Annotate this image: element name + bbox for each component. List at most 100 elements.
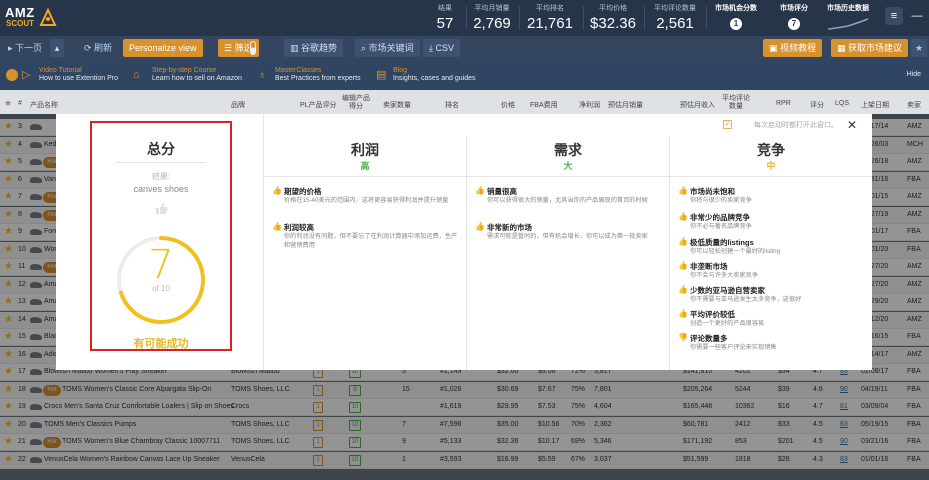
refresh-label: 刷新: [94, 43, 113, 53]
amz-scout-logo[interactable]: AMZ SCOUT: [5, 5, 57, 31]
score-label: 市场机会分数: [715, 5, 757, 12]
divider: [583, 6, 584, 30]
close-icon[interactable]: ✕: [846, 119, 858, 131]
col-header[interactable]: RPR: [776, 100, 791, 107]
tutorial-blog[interactable]: Blog Insights, cases and guides: [393, 67, 476, 82]
stat-label: 平均月销量: [474, 5, 510, 12]
filter-toggle[interactable]: [249, 40, 257, 56]
score-history[interactable]: 市场历史数据: [826, 3, 870, 34]
personalize-view-button[interactable]: Personalize view: [123, 39, 203, 57]
tutorial-desc: How to use Extention Pro: [39, 75, 118, 82]
market-keywords-label: 市场关键词: [368, 43, 414, 53]
get-market-advice-button[interactable]: ▦ 获取市场建议: [831, 39, 909, 57]
col-header[interactable]: 价格: [501, 100, 515, 110]
col-header[interactable]: 产品名称: [30, 100, 58, 110]
next-page-button[interactable]: ▸ 下一页: [2, 39, 48, 57]
stat-value: 57: [436, 15, 454, 32]
thumbs-up-icon: 👍: [678, 237, 688, 246]
tutorial-dot-icon: [6, 69, 18, 81]
hamburger-icon[interactable]: ≡: [885, 7, 903, 25]
score-opportunity[interactable]: 市场机会分数 1: [712, 3, 760, 30]
col-header[interactable]: FBA费用: [530, 100, 558, 110]
tutorial-course[interactable]: Step-by-step Course Learn how to sell on…: [152, 67, 242, 82]
item-desc: 需求可能是暂时的，但有机会增长，你可以成为第一批卖家: [487, 233, 648, 240]
col-header[interactable]: 卖家: [907, 100, 921, 110]
stat-value: 2,769: [473, 15, 511, 32]
score-market[interactable]: 市场评分 7: [776, 3, 812, 30]
col-header[interactable]: PL产品评分: [300, 100, 337, 110]
google-trends-button[interactable]: ▥ 谷歌趋势: [284, 39, 344, 57]
stat-value: 21,761: [527, 15, 573, 32]
col-header[interactable]: 排名: [445, 100, 459, 110]
tutorial-title: Blog: [393, 67, 408, 74]
tutorial-masterclasses[interactable]: MasterClasses Best Practices from expert…: [275, 67, 361, 82]
score-value: 7: [148, 242, 174, 288]
stat-label: 结果: [438, 5, 452, 12]
total-score-title: 总分: [147, 141, 175, 157]
tutorial-desc: Best Practices from experts: [275, 75, 361, 82]
col-header[interactable]: 评分: [810, 100, 824, 110]
col-header[interactable]: 上架日期: [861, 100, 889, 110]
tutorial-title: Step-by-step Course: [152, 67, 217, 74]
get-market-advice-label: 获取市场建议: [848, 43, 903, 53]
total-score-panel: 总分 结果: canves shoes 7 of 10 有可能成功: [56, 114, 264, 370]
score-value: 1: [730, 18, 742, 30]
thumbs-up-icon: 👍: [272, 222, 282, 231]
toolbar: ▸ 下一页 ▴ ⟳ 刷新 Personalize view ☰ 筛选 ▥ 谷歌趋…: [0, 36, 929, 60]
video-tutorial-label: 视频教程: [780, 43, 817, 53]
tutorial-video[interactable]: Video Tutorial How to use Extention Pro: [39, 67, 118, 82]
item-desc: 你的利润没有问题，但不要忘了在利润计算器中添加运费，生产和营销费用: [284, 233, 458, 249]
csv-export-button[interactable]: ⤓ CSV: [423, 39, 460, 57]
stat-avg-rank: 平均排名 21,761: [524, 3, 576, 32]
tutorial-title: Video Tutorial: [39, 67, 82, 74]
col-header[interactable]: 品牌: [231, 100, 245, 110]
market-keywords-button[interactable]: ⌕ 市场关键词: [355, 39, 420, 57]
col-header[interactable]: LQS: [835, 100, 849, 107]
market-score-modal: 总分 结果: canves shoes 7 of 10 有可能成功 ✓ 每次启动…: [56, 114, 872, 370]
item-desc: 创造一个更好的产品很容易: [690, 320, 765, 327]
divider: [706, 6, 707, 30]
next-page-label: 下一页: [15, 43, 43, 53]
blog-icon: ▤: [376, 69, 387, 81]
col-header[interactable]: 编辑产品得分: [340, 95, 372, 111]
stat-label: 平均评论数量: [654, 5, 696, 12]
col-header[interactable]: 预估月销量: [608, 100, 643, 110]
star-icon[interactable]: ★: [911, 39, 927, 57]
competition-column: 竞争 中 👍 市场尚未饱和 你将与很少的卖家竞争 👍 非常少的品牌竞争 你不必与…: [670, 136, 872, 370]
divider: [116, 162, 206, 163]
item-desc: 你可以获得很大的销量，尤其当你的产品展现的首页的时候: [487, 197, 648, 204]
col-header[interactable]: 卖家数量: [383, 100, 411, 110]
star-column-icon: ★: [4, 98, 13, 108]
show-on-startup-checkbox[interactable]: ✓: [723, 120, 732, 129]
col-header[interactable]: #: [18, 100, 22, 107]
divider: [466, 6, 467, 30]
column-level: 中: [766, 161, 776, 171]
thumbs-down-icon: 👎: [678, 333, 688, 342]
col-header[interactable]: 平均评论数量: [720, 95, 752, 111]
col-header[interactable]: 预估月收入: [680, 100, 715, 110]
divider: [519, 6, 520, 30]
collapse-icon[interactable]: —: [908, 7, 926, 25]
score-scale: of 10: [152, 284, 170, 293]
item-desc: 你需要一些客户评论来实现销售: [690, 344, 777, 351]
video-tutorial-button[interactable]: ▣ 视频教程: [763, 39, 823, 57]
col-header[interactable]: 净利润: [579, 100, 600, 110]
stat-avg-sales: 平均月销量 2,769: [470, 3, 514, 32]
refresh-button[interactable]: ⟳ 刷新: [78, 39, 118, 57]
hide-tutorials-link[interactable]: Hide: [907, 71, 921, 78]
csv-label: CSV: [435, 43, 454, 53]
column-title: 竞争: [757, 142, 785, 158]
divider: [264, 176, 466, 177]
graduation-cap-icon: ⌂: [133, 69, 140, 81]
item-desc: 你将与很少的卖家竞争: [690, 197, 752, 204]
sparkline-icon: [827, 18, 869, 30]
tutorial-desc: Learn how to sell on Amazon: [152, 75, 242, 82]
logo-text: AMZ: [5, 5, 35, 20]
tutorial-bar: ▷ Video Tutorial How to use Extention Pr…: [0, 60, 929, 90]
stat-value: 2,561: [656, 15, 694, 32]
page-up-button[interactable]: ▴: [50, 39, 64, 57]
divider: [644, 6, 645, 30]
stat-value: $32.36: [590, 15, 636, 32]
score-value: 7: [788, 18, 800, 30]
google-trends-label: 谷歌趋势: [301, 43, 338, 53]
